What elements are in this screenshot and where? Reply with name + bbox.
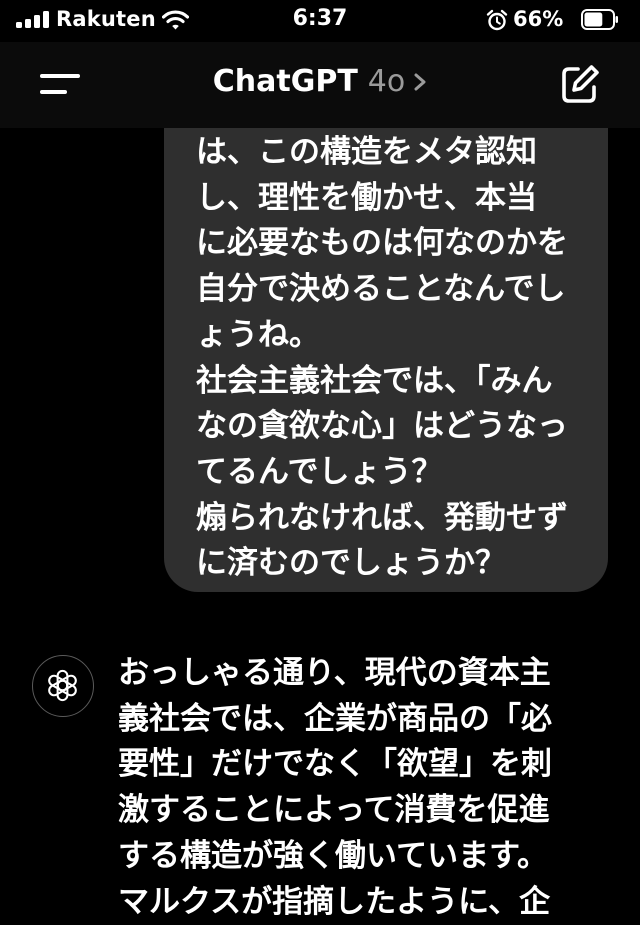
user-message-line: 自分で決めることなんでし <box>196 271 566 308</box>
battery-percent: 66% <box>513 7 564 31</box>
user-message-line: は、この構造をメタ認知 <box>196 134 537 170</box>
model-selector-button[interactable]: ChatGPT 4o <box>213 64 428 99</box>
assistant-message-text: おっしゃる通り、現代の資本主 義社会では、企業が商品の「必 要性」だけでなく「欲… <box>118 651 618 925</box>
user-message-line: なの貪欲な心」はどうなっ <box>196 408 568 445</box>
battery-icon <box>581 9 618 30</box>
status-bar: Rakuten 6:37 66% <box>0 0 640 42</box>
alarm-clock-icon <box>486 9 508 31</box>
assistant-message-line: 義社会では、企業が商品の「必 <box>118 700 552 737</box>
assistant-message-line: 激することによって消費を促進 <box>118 792 550 829</box>
assistant-message-line: おっしゃる通り、現代の資本主 <box>118 655 551 691</box>
chat-header: ChatGPT 4o <box>0 42 640 128</box>
user-message-text: は、この構造をメタ認知 し、理性を働かせ、本当 に必要なものは何なのかを 自分で… <box>196 130 601 587</box>
title-area: ChatGPT 4o <box>0 64 640 99</box>
new-chat-icon <box>562 65 599 103</box>
assistant-message-line: 要性」だけでなく「欲望」を刺 <box>118 746 552 783</box>
assistant-avatar <box>32 655 94 717</box>
user-message-line: 社会主義社会では、「みん <box>196 362 553 399</box>
user-message-line: てるんでしょう？ <box>196 453 443 490</box>
chatgpt-logo-icon <box>48 669 77 702</box>
chevron-right-icon <box>414 73 426 90</box>
user-message-line: に済むのでしょうか？ <box>196 545 506 582</box>
user-message-line: 煽られなければ、発動せず <box>196 499 568 536</box>
user-message-line: ょうね。 <box>196 316 320 353</box>
app-title: ChatGPT <box>212 64 358 99</box>
new-chat-button[interactable] <box>556 62 604 108</box>
assistant-message-line: マルクスが指摘したように、企 <box>118 883 551 920</box>
assistant-message-line: する構造が強く働いています。 <box>118 837 548 874</box>
user-message-line: し、理性を働かせ、本当 <box>196 179 537 216</box>
user-message-line: に必要なものは何なのかを <box>196 225 568 262</box>
model-version: 4o <box>367 64 406 99</box>
